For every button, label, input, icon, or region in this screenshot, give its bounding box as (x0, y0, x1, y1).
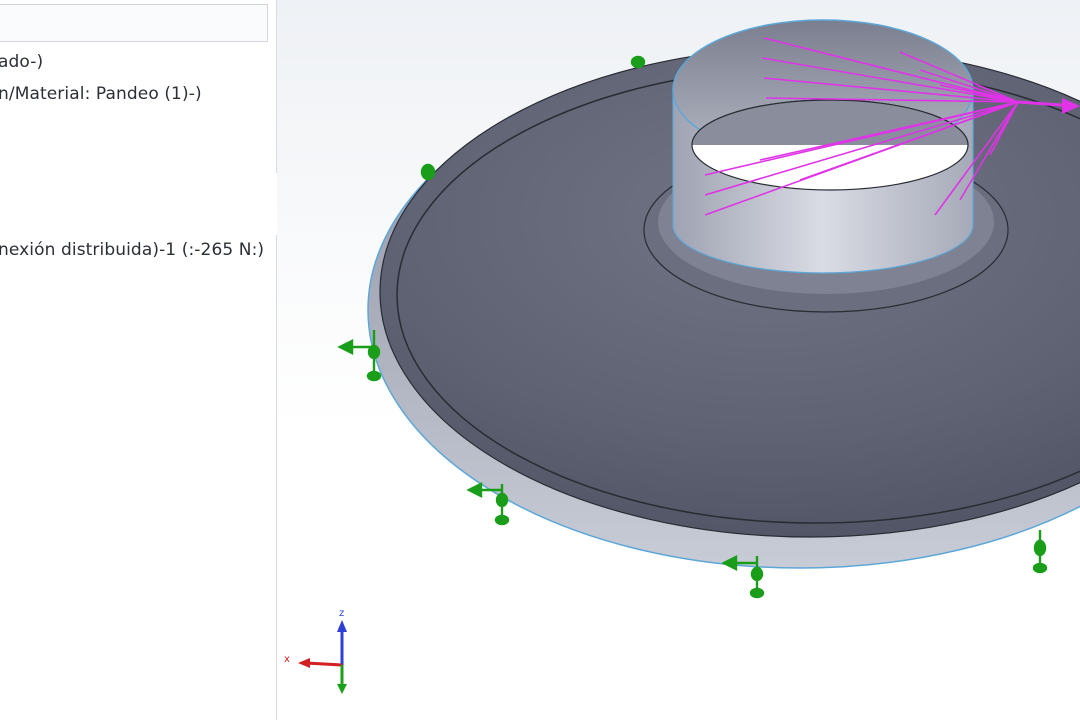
reference-triad: z x (284, 608, 347, 694)
fixture-icon (466, 482, 510, 526)
fixture-icon (721, 555, 765, 599)
fixture-icon (420, 163, 436, 181)
fixture-icon (1032, 530, 1048, 574)
tree-item-distributed-connection[interactable]: nexión distribuida)-1 (:-265 N:) (0, 240, 264, 260)
z-axis-label: z (339, 608, 344, 619)
tree-item-material[interactable]: n/Material: Pandeo (1)-) (0, 84, 202, 104)
fixture-icon (630, 55, 646, 69)
fixture-icon (337, 330, 382, 382)
tree-item-study[interactable]: ado-) (0, 52, 43, 72)
tree-filter-input[interactable] (0, 4, 268, 42)
feature-tree-panel: ado-) n/Material: Pandeo (1)-) nexión di… (0, 0, 277, 720)
graphics-viewport[interactable]: z x (277, 0, 1080, 720)
x-axis-label: x (284, 654, 290, 665)
